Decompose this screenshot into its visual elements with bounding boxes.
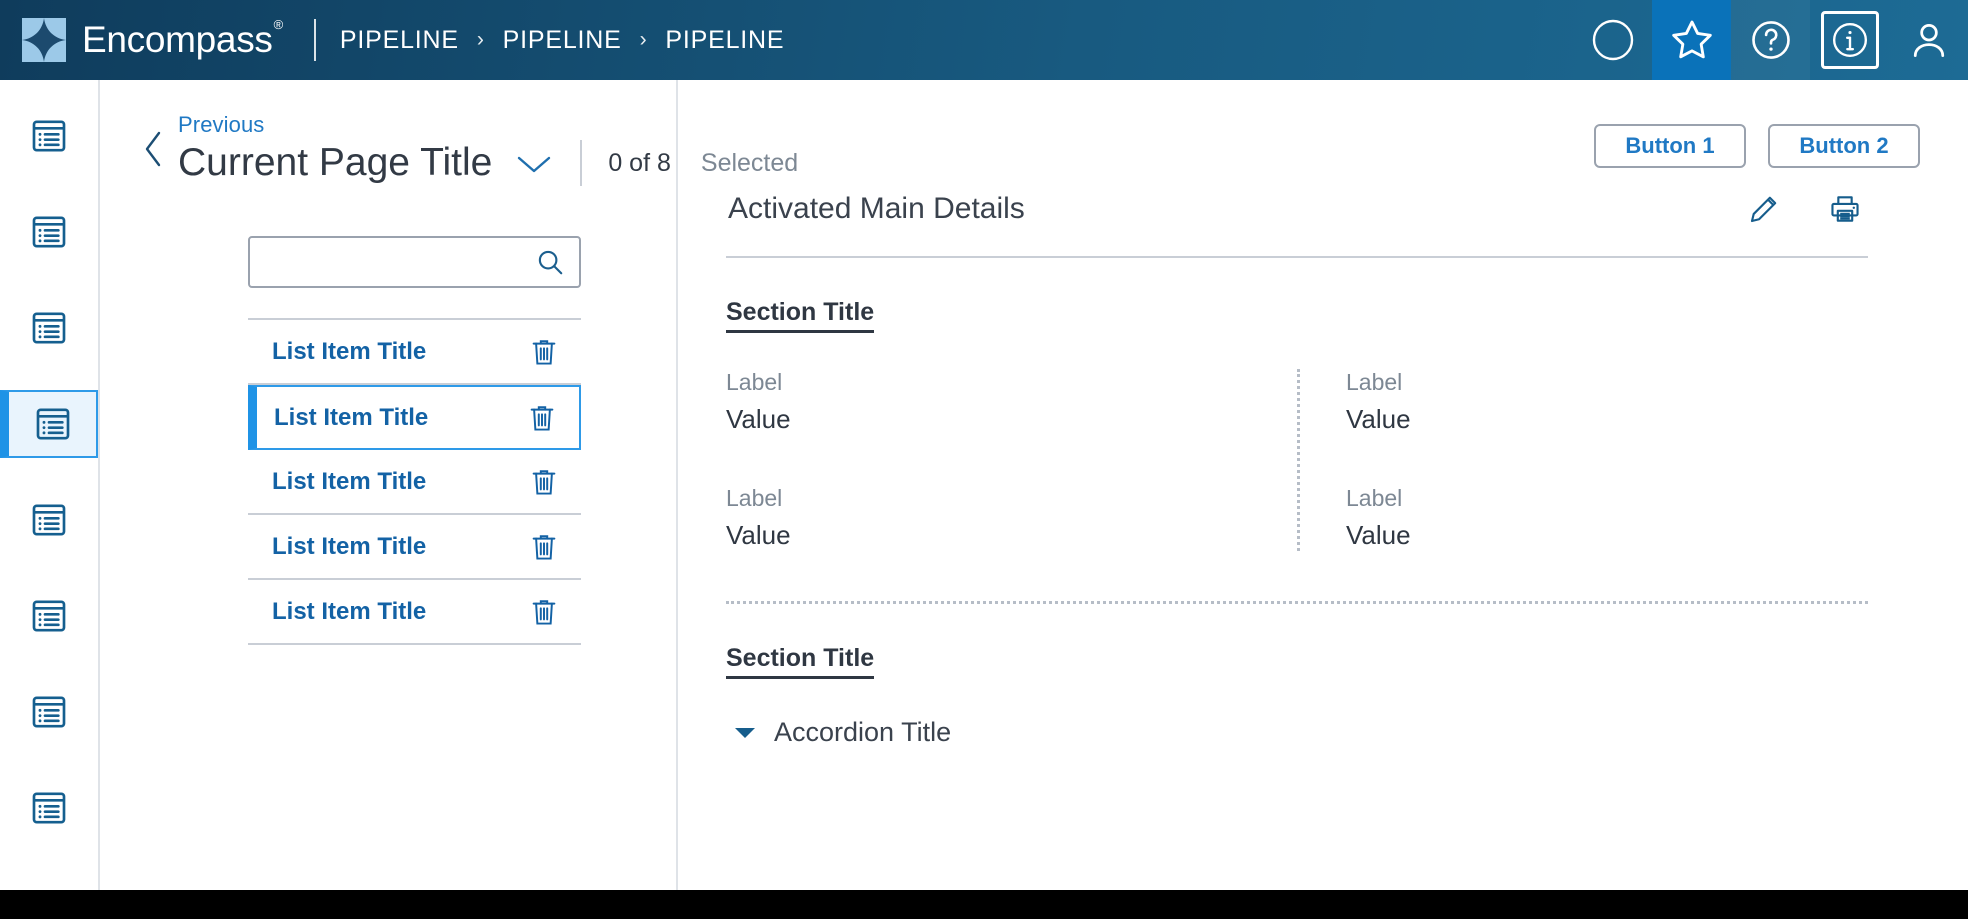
brand-area[interactable]: Encompass® xyxy=(0,0,284,80)
page-title-row: Current Page Title 0 of 8 Selected xyxy=(178,140,798,186)
field-column-right: Label Value Label Value xyxy=(1297,369,1868,551)
sidebar-item-7[interactable] xyxy=(0,678,98,746)
printer-icon[interactable] xyxy=(1828,193,1862,225)
info-icon-box xyxy=(1820,11,1879,69)
field-value: Value xyxy=(1346,404,1411,434)
search-area xyxy=(100,192,676,288)
breadcrumb-item-2[interactable]: PIPELINE xyxy=(503,26,622,55)
selection-label: Selected xyxy=(700,148,799,177)
list-item[interactable]: List Item Title xyxy=(248,515,581,580)
top-header-bar: Encompass® PIPELINE › PIPELINE › PIPELIN… xyxy=(0,0,1968,80)
field-group: Label Value xyxy=(1346,369,1838,435)
list-item[interactable]: List Item Title xyxy=(248,385,581,450)
field-grid: Label Value Label Value Label Value Labe… xyxy=(726,369,1868,551)
sidebar-rail xyxy=(0,80,100,890)
list-item-title: List Item Title xyxy=(272,337,427,365)
sidebar-item-2[interactable] xyxy=(0,198,98,266)
sidebar-item-6[interactable] xyxy=(0,582,98,650)
field-value: Value xyxy=(1346,520,1411,550)
caret-down-icon[interactable] xyxy=(734,725,756,741)
detail-section-one: Section Title Label Value Label Value La… xyxy=(726,258,1868,604)
breadcrumb-item-3[interactable]: PIPELINE xyxy=(665,26,784,55)
page-title: Current Page Title xyxy=(178,141,493,184)
sidebar-item-3[interactable] xyxy=(0,294,98,362)
button-1[interactable]: Button 1 xyxy=(1594,124,1746,168)
field-group: Label Value xyxy=(726,369,1267,435)
user-icon[interactable] xyxy=(1889,0,1968,80)
trash-icon[interactable] xyxy=(529,336,579,368)
selection-count: 0 of 8 xyxy=(608,148,671,177)
breadcrumb: PIPELINE › PIPELINE › PIPELINE xyxy=(316,0,784,80)
field-label: Label xyxy=(726,485,783,511)
brand-name: Encompass® xyxy=(82,16,284,60)
field-label: Label xyxy=(1346,369,1403,395)
help-icon[interactable] xyxy=(1731,0,1810,80)
header-spacer xyxy=(784,0,1573,80)
list-item-title: List Item Title xyxy=(272,532,427,560)
list-item-title: List Item Title xyxy=(274,403,429,431)
field-column-left: Label Value Label Value xyxy=(726,369,1297,551)
list-item-title: List Item Title xyxy=(272,467,427,495)
star-icon[interactable] xyxy=(1652,0,1731,80)
pencil-icon[interactable] xyxy=(1748,193,1780,225)
page-title-block: Previous Current Page Title 0 of 8 Selec… xyxy=(178,112,798,186)
header-icon-group xyxy=(1573,0,1968,80)
list-item[interactable]: List Item Title xyxy=(248,580,581,645)
trash-icon[interactable] xyxy=(527,402,577,434)
chevron-down-icon[interactable] xyxy=(514,152,554,181)
info-icon[interactable] xyxy=(1810,0,1889,80)
sidebar-item-5[interactable] xyxy=(0,486,98,554)
search-box[interactable] xyxy=(248,236,581,288)
trash-icon[interactable] xyxy=(529,531,579,563)
field-group: Label Value xyxy=(726,485,1267,551)
section-title: Section Title xyxy=(726,298,875,333)
list-item[interactable]: List Item Title xyxy=(248,320,581,385)
list-item[interactable]: List Item Title xyxy=(248,450,581,515)
accordion-header[interactable]: Accordion Title xyxy=(726,717,1868,748)
list-column: Previous Current Page Title 0 of 8 Selec… xyxy=(100,80,798,890)
list-item-title: List Item Title xyxy=(272,597,427,625)
breadcrumb-item-1[interactable]: PIPELINE xyxy=(340,26,459,55)
encompass-star-logo-icon xyxy=(22,18,66,62)
search-icon[interactable] xyxy=(535,247,565,277)
field-value: Value xyxy=(726,404,791,434)
field-group: Label Value xyxy=(1346,485,1838,551)
button-2[interactable]: Button 2 xyxy=(1768,124,1920,168)
section-title: Section Title xyxy=(726,644,875,679)
breadcrumb-separator-icon: › xyxy=(639,28,648,51)
detail-section-two: Section Title Accordion Title xyxy=(726,604,1868,748)
page-header: Previous Current Page Title 0 of 8 Selec… xyxy=(100,80,798,192)
detail-title: Activated Main Details xyxy=(728,192,1025,225)
sidebar-item-4[interactable] xyxy=(0,390,98,458)
detail-action-group xyxy=(1748,193,1868,225)
breadcrumb-separator-icon: › xyxy=(476,28,485,51)
previous-link[interactable]: Previous xyxy=(178,112,798,138)
item-list: List Item Title List Item Title List Ite… xyxy=(100,288,676,645)
circle-icon[interactable] xyxy=(1573,0,1652,80)
field-value: Value xyxy=(726,520,791,550)
detail-header: Activated Main Details xyxy=(726,192,1868,226)
trash-icon[interactable] xyxy=(529,466,579,498)
search-input[interactable] xyxy=(266,250,535,274)
registered-mark: ® xyxy=(273,16,284,32)
page-body: Previous Current Page Title 0 of 8 Selec… xyxy=(0,80,1968,890)
chevron-left-icon[interactable] xyxy=(140,127,166,176)
header-divider xyxy=(313,19,316,61)
field-label: Label xyxy=(1346,485,1403,511)
selection-divider xyxy=(580,140,583,186)
sidebar-item-8[interactable] xyxy=(0,774,98,842)
trash-icon[interactable] xyxy=(529,596,579,628)
detail-panel: Activated Main Details Section Title Lab… xyxy=(678,80,1968,890)
page-action-buttons: Button 1 Button 2 xyxy=(1594,124,1920,168)
sidebar-item-1[interactable] xyxy=(0,102,98,170)
field-label: Label xyxy=(726,369,783,395)
accordion-title: Accordion Title xyxy=(774,717,952,747)
